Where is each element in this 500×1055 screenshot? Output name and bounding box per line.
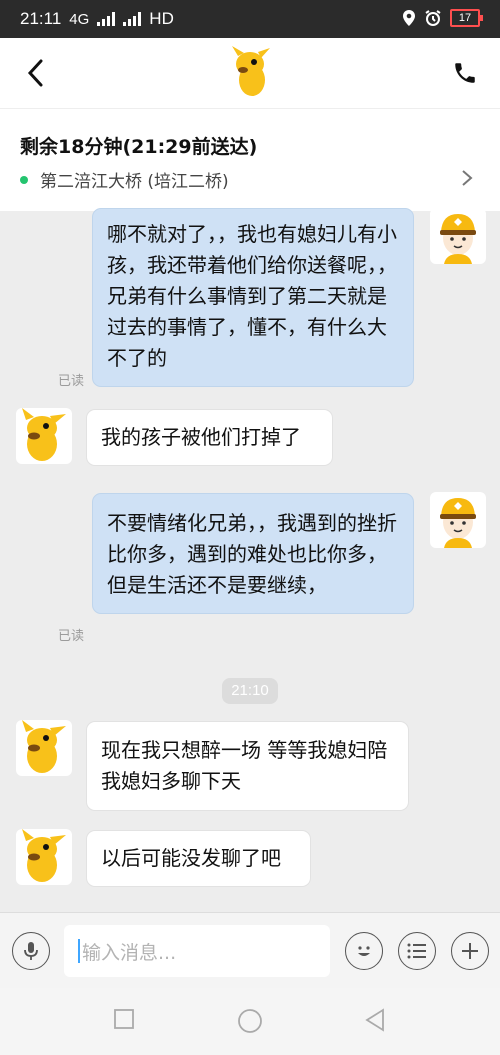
kangaroo-logo — [228, 46, 276, 98]
delivery-info[interactable]: 剩余18分钟(21:29前送达) 第二涪江大桥 (培江二桥) — [0, 108, 500, 211]
emoji-button[interactable] — [345, 932, 383, 970]
status-dot-icon — [20, 175, 28, 184]
signal-icon-2 — [123, 12, 142, 26]
quick-reply-button[interactable] — [398, 932, 436, 970]
recents-icon[interactable] — [113, 1008, 135, 1030]
message-input[interactable]: 输入消息... — [64, 925, 330, 977]
status-left: 21:11 4G HD — [20, 9, 174, 29]
timestamp-pill: 21:10 — [222, 678, 278, 704]
read-receipt: 已读 — [58, 374, 85, 389]
location-icon — [403, 10, 415, 26]
message-text: 以后可能没发聊了吧 — [101, 846, 281, 870]
microphone-icon — [24, 942, 38, 960]
kangaroo-avatar-icon — [16, 408, 72, 464]
kangaroo-avatar-icon — [16, 829, 72, 885]
message-bubble-user[interactable]: 我的孩子被他们打掉了 — [86, 409, 333, 466]
alarm-icon — [425, 10, 441, 26]
user-avatar[interactable] — [16, 829, 72, 885]
user-avatar[interactable] — [16, 408, 72, 464]
phone-icon — [455, 63, 475, 83]
status-time: 21:11 — [20, 9, 62, 28]
network-label: HD — [149, 9, 174, 28]
message-bubble-user[interactable]: 现在我只想醉一场 等等我媳妇陪我媳妇多聊下天 — [86, 721, 409, 811]
delivery-location: 第二涪江大桥 (培江二桥) — [40, 172, 229, 192]
message-text: 哪不就对了，，我也有媳妇儿有小孩，我还带着他们给你送餐呢，，兄弟有什么事情到了第… — [107, 222, 397, 370]
kangaroo-icon — [232, 46, 270, 96]
emoji-icon — [358, 946, 370, 956]
battery-icon: 17 — [450, 9, 483, 27]
delivery-location-row: 第二涪江大桥 (培江二桥) — [20, 167, 229, 192]
message-bubble-rider[interactable]: 哪不就对了，，我也有媳妇儿有小孩，我还带着他们给你送餐呢，，兄弟有什么事情到了第… — [92, 208, 414, 387]
list-icon — [407, 943, 426, 959]
kangaroo-avatar-icon — [16, 720, 72, 776]
text-caret — [78, 939, 80, 963]
system-navigation-bar — [0, 988, 500, 1055]
status-right: 17 — [402, 9, 483, 27]
chevron-right-icon — [462, 170, 473, 186]
voice-button[interactable] — [12, 932, 50, 970]
user-avatar[interactable] — [16, 720, 72, 776]
status-bar: 21:11 4G HD 17 — [0, 0, 500, 38]
message-input-placeholder: 输入消息... — [82, 941, 177, 964]
home-icon[interactable] — [237, 1008, 263, 1034]
rider-avatar-icon — [430, 492, 486, 548]
message-text: 不要情绪化兄弟，，我遇到的挫折比你多，遇到的难处也比你多，但是生活还不是要继续， — [107, 511, 397, 597]
back-button[interactable] — [20, 53, 50, 93]
delivery-eta: 剩余18分钟(21:29前送达) — [20, 136, 258, 158]
message-input-bar: 输入消息... — [0, 912, 500, 989]
rider-avatar[interactable] — [430, 492, 486, 548]
chat-header — [0, 38, 500, 108]
read-receipt: 已读 — [58, 629, 85, 644]
more-button[interactable] — [451, 932, 489, 970]
message-text: 我的孩子被他们打掉了 — [101, 425, 301, 449]
plus-icon — [462, 943, 478, 959]
rider-avatar-icon — [430, 208, 486, 264]
signal-icon — [97, 12, 116, 26]
message-text: 现在我只想醉一场 等等我媳妇陪我媳妇多聊下天 — [101, 738, 388, 793]
message-bubble-rider[interactable]: 不要情绪化兄弟，，我遇到的挫折比你多，遇到的难处也比你多，但是生活还不是要继续， — [92, 493, 414, 614]
call-button[interactable] — [448, 56, 482, 90]
rider-avatar[interactable] — [430, 208, 486, 264]
nav-back-icon[interactable] — [364, 1008, 386, 1032]
message-bubble-user[interactable]: 以后可能没发聊了吧 — [86, 830, 311, 887]
network-small: 4G — [69, 10, 90, 28]
back-arrow-icon — [27, 59, 43, 87]
